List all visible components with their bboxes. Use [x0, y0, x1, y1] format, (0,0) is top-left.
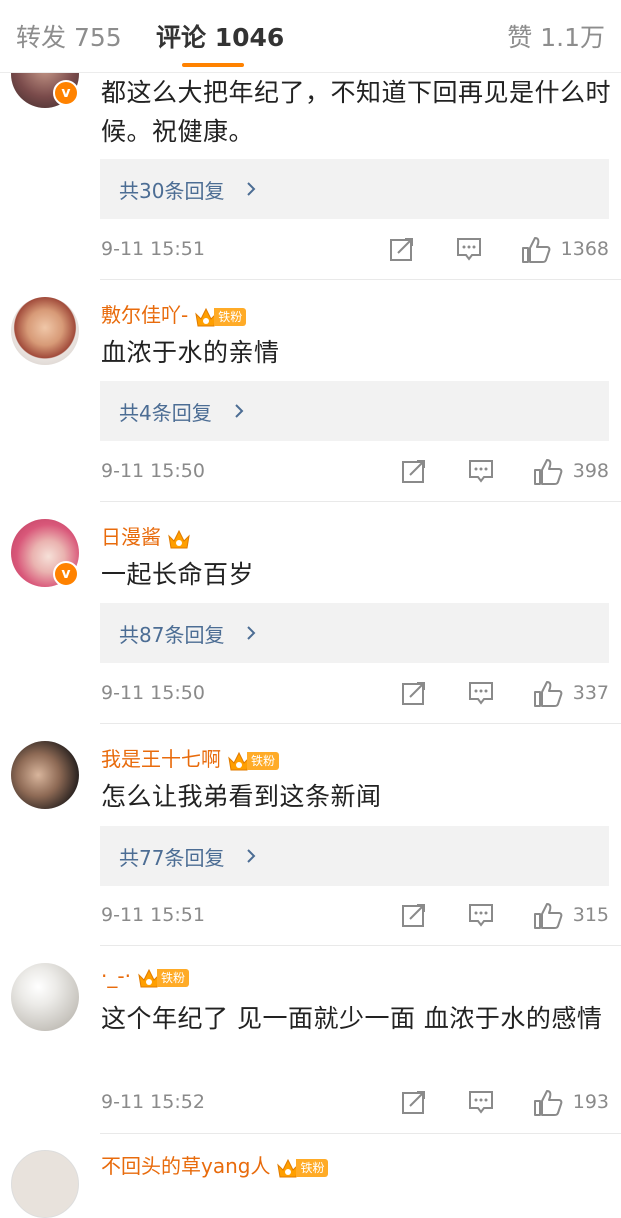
thumbs-up-icon[interactable]	[533, 680, 563, 708]
fan-badge	[167, 526, 191, 549]
fan-badge: 铁粉	[227, 748, 280, 771]
chevron-right-icon	[247, 182, 256, 196]
like-count: 337	[572, 682, 609, 704]
repost-icon[interactable]	[401, 1089, 427, 1115]
comment-text: 都这么大把年纪了，不知道下回再见是什么时候。祝健康。	[101, 78, 612, 146]
username[interactable]: 日漫酱	[101, 521, 191, 550]
avatar[interactable]	[11, 1150, 79, 1218]
username[interactable]: ·_-· 铁粉	[101, 964, 189, 989]
comment-time: 9-11 15:51	[101, 904, 205, 926]
tab-repost[interactable]: 转发 755	[16, 18, 122, 54]
comment-time: 9-11 15:51	[101, 238, 205, 260]
avatar[interactable]	[11, 741, 79, 809]
crown-icon	[168, 529, 190, 549]
replies-count-label: 共77条回复	[119, 846, 225, 870]
divider	[100, 279, 621, 280]
comment-icon[interactable]	[468, 902, 494, 928]
divider	[100, 501, 621, 502]
repost-icon[interactable]	[401, 902, 427, 928]
replies-count-label: 共87条回复	[119, 623, 225, 647]
comment-text: 一起长命百岁	[101, 560, 255, 589]
like-count: 1368	[560, 238, 609, 260]
view-replies-button[interactable]: 共77条回复	[100, 826, 609, 886]
active-tab-indicator	[182, 63, 244, 67]
fan-badge: 铁粉	[276, 1155, 329, 1178]
divider	[100, 723, 621, 724]
comment-meta: 9-11 15:50 398	[0, 458, 621, 488]
like-count: 315	[572, 904, 609, 926]
chevron-right-icon	[235, 404, 244, 418]
thumbs-up-icon[interactable]	[521, 236, 551, 264]
comment-icon[interactable]	[468, 1089, 494, 1115]
comment-time: 9-11 15:52	[101, 1091, 205, 1113]
comment-text: 血浓于水的亲情	[101, 338, 280, 367]
replies-count-label: 共30条回复	[119, 179, 225, 203]
divider	[100, 1133, 621, 1134]
tab-likes[interactable]: 赞 1.1万	[507, 18, 605, 54]
like-count: 398	[572, 460, 609, 482]
view-replies-button[interactable]: 共87条回复	[100, 603, 609, 663]
avatar[interactable]	[11, 297, 79, 365]
comment-time: 9-11 15:50	[101, 682, 205, 704]
comment-meta: 9-11 15:51 315	[0, 902, 621, 932]
comment-meta: 9-11 15:50 337	[0, 680, 621, 710]
username[interactable]: 我是王十七啊 铁粉	[101, 743, 280, 772]
thumbs-up-icon[interactable]	[533, 1089, 563, 1117]
comment-tab-bar: 转发 755 评论 1046 赞 1.1万	[0, 0, 621, 73]
like-count: 193	[572, 1091, 609, 1113]
verified-badge-icon: v	[53, 80, 79, 106]
repost-icon[interactable]	[401, 458, 427, 484]
comment-time: 9-11 15:50	[101, 460, 205, 482]
chevron-right-icon	[247, 849, 256, 863]
view-replies-button[interactable]: 共4条回复	[100, 381, 609, 441]
comment-text: 怎么让我弟看到这条新闻	[101, 782, 382, 811]
repost-icon[interactable]	[389, 236, 415, 262]
username[interactable]: 敷尔佳吖- 铁粉	[101, 299, 247, 328]
thumbs-up-icon[interactable]	[533, 458, 563, 486]
comment-meta: 9-11 15:51 1368	[0, 236, 621, 266]
replies-count-label: 共4条回复	[119, 401, 212, 425]
comment-icon[interactable]	[468, 458, 494, 484]
username[interactable]: 不回头的草yang人 铁粉	[101, 1150, 329, 1179]
chevron-right-icon	[247, 626, 256, 640]
tab-comments[interactable]: 评论 1046	[156, 18, 285, 67]
comment-meta: 9-11 15:52 193	[0, 1089, 621, 1119]
comment-text: 这个年纪了 见一面就少一面 血浓于水的感情	[101, 1004, 603, 1033]
fan-badge: 铁粉	[137, 965, 189, 988]
avatar[interactable]	[11, 963, 79, 1031]
repost-icon[interactable]	[401, 680, 427, 706]
comment-icon[interactable]	[468, 680, 494, 706]
divider	[100, 945, 621, 946]
fan-badge: 铁粉	[194, 304, 247, 327]
view-replies-button[interactable]: 共30条回复	[100, 159, 609, 219]
tab-comments-label: 评论 1046	[156, 23, 285, 52]
comment-icon[interactable]	[456, 236, 482, 262]
thumbs-up-icon[interactable]	[533, 902, 563, 930]
verified-badge-icon: v	[53, 561, 79, 587]
